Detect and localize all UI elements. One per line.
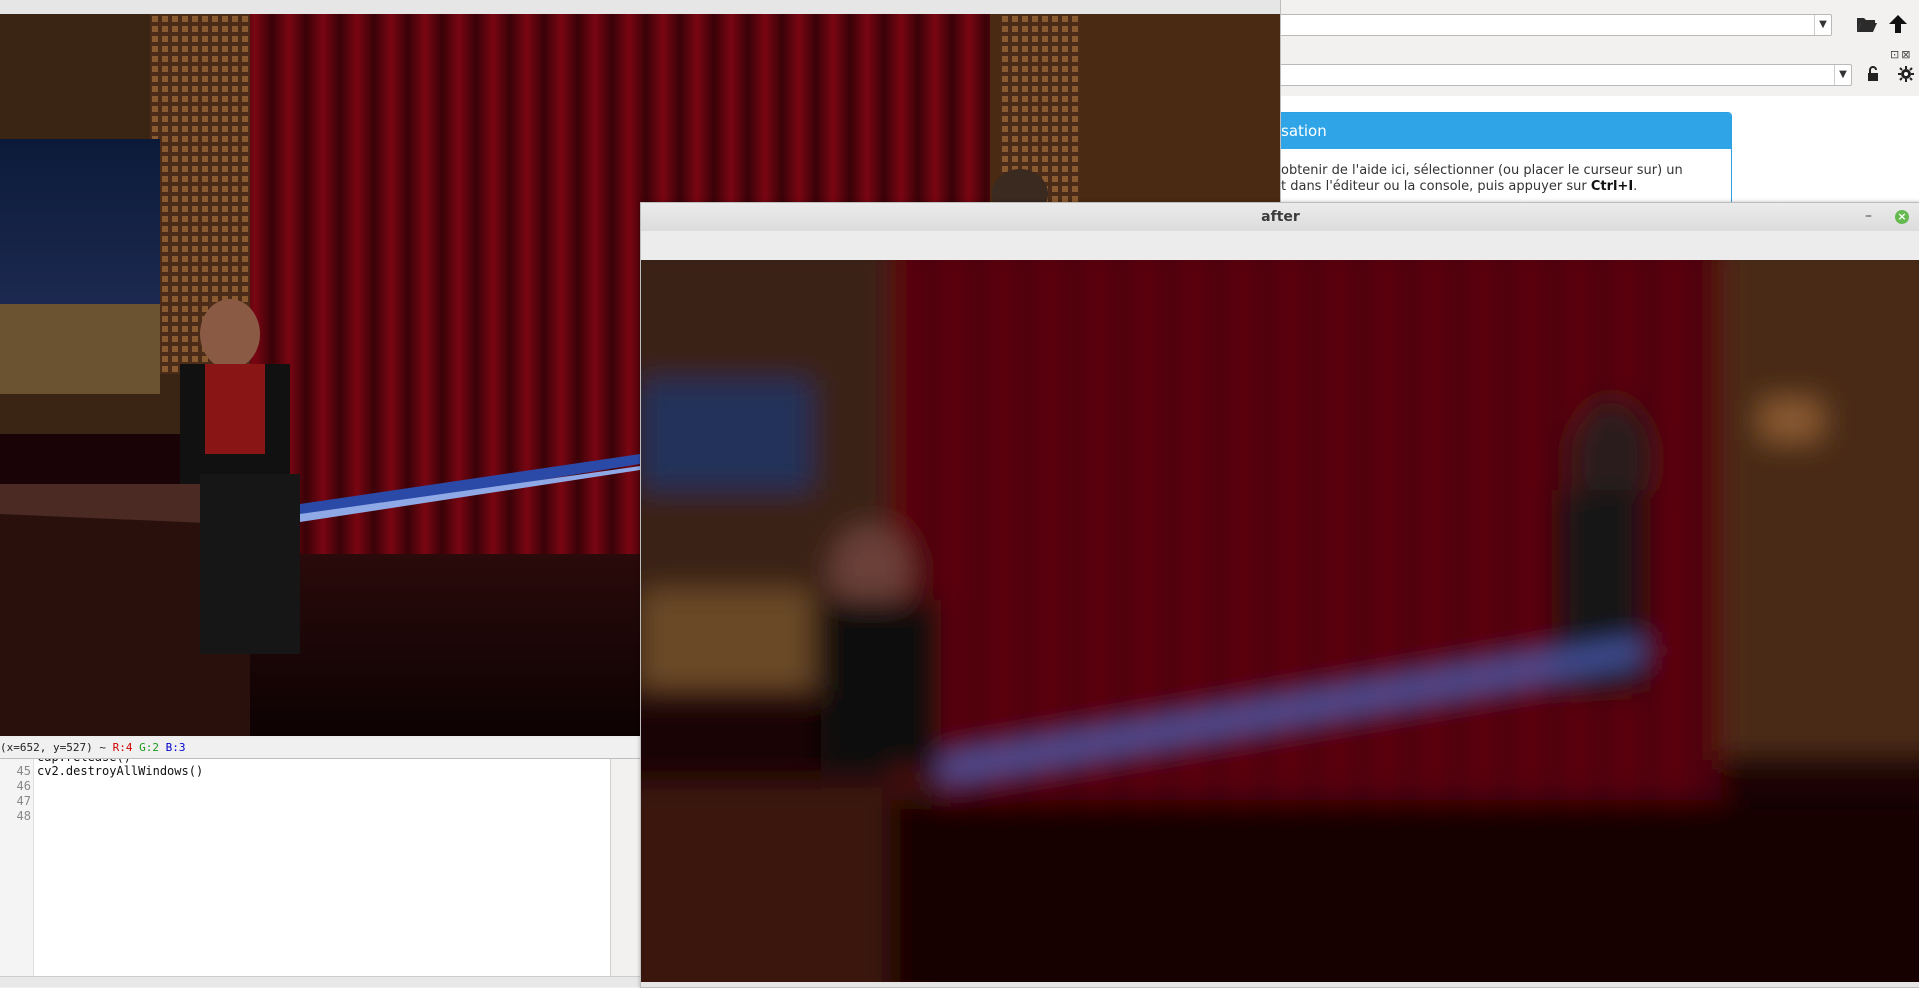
chevron-down-icon[interactable]: ▼ <box>1814 15 1831 35</box>
minimize-button[interactable]: – <box>1865 205 1872 227</box>
line-number: 47 <box>16 794 31 808</box>
chevron-down-icon[interactable]: ▼ <box>1834 65 1851 85</box>
before-window-titlebar[interactable] <box>0 0 1280 14</box>
help-line-2: t dans l'éditeur ou la console, puis app… <box>1281 179 1638 194</box>
green-value: G:2 <box>139 741 159 754</box>
line-number: 45 <box>16 764 31 778</box>
gear-icon[interactable] <box>1898 66 1914 86</box>
code-line[interactable]: cv2.destroyAllWindows() <box>37 764 203 778</box>
line-number: 48 <box>16 809 31 823</box>
unlock-icon[interactable] <box>1866 66 1880 86</box>
help-object-combobox[interactable]: ▼ <box>1230 64 1852 86</box>
help-line-1: obtenir de l'aide ici, sélectionner (ou … <box>1281 163 1683 178</box>
blurred-scene-image <box>641 260 1919 982</box>
code-editor[interactable]: cap.release() 45 cv2.destroyAllWindows()… <box>0 750 611 976</box>
cursor-coords: (x=652, y=527) ~ <box>0 741 106 754</box>
close-button[interactable]: × <box>1895 210 1909 224</box>
after-window[interactable]: after – × <box>640 202 1919 988</box>
after-window-titlebar[interactable]: after – × <box>641 203 1919 232</box>
ide-status-bar <box>0 976 640 987</box>
arrow-up-icon[interactable] <box>1888 14 1908 37</box>
shortcut-key: Ctrl+I <box>1590 179 1634 194</box>
line-number: 46 <box>16 779 31 793</box>
video-frame-blurred <box>641 260 1919 982</box>
blue-value: B:3 <box>165 741 186 754</box>
pane-controls[interactable]: ⊡⊠ <box>1890 48 1912 61</box>
help-card-text: obtenir de l'aide ici, sélectionner (ou … <box>1241 149 1731 195</box>
after-window-bottom-edge <box>641 982 1919 987</box>
window-title: after <box>1261 209 1300 225</box>
red-value: R:4 <box>112 741 133 754</box>
working-directory-combobox[interactable]: ▼ <box>1200 14 1832 36</box>
help-card-title: sation <box>1241 113 1731 149</box>
folder-open-icon[interactable] <box>1856 14 1878 37</box>
after-window-toolbar <box>641 231 1919 260</box>
